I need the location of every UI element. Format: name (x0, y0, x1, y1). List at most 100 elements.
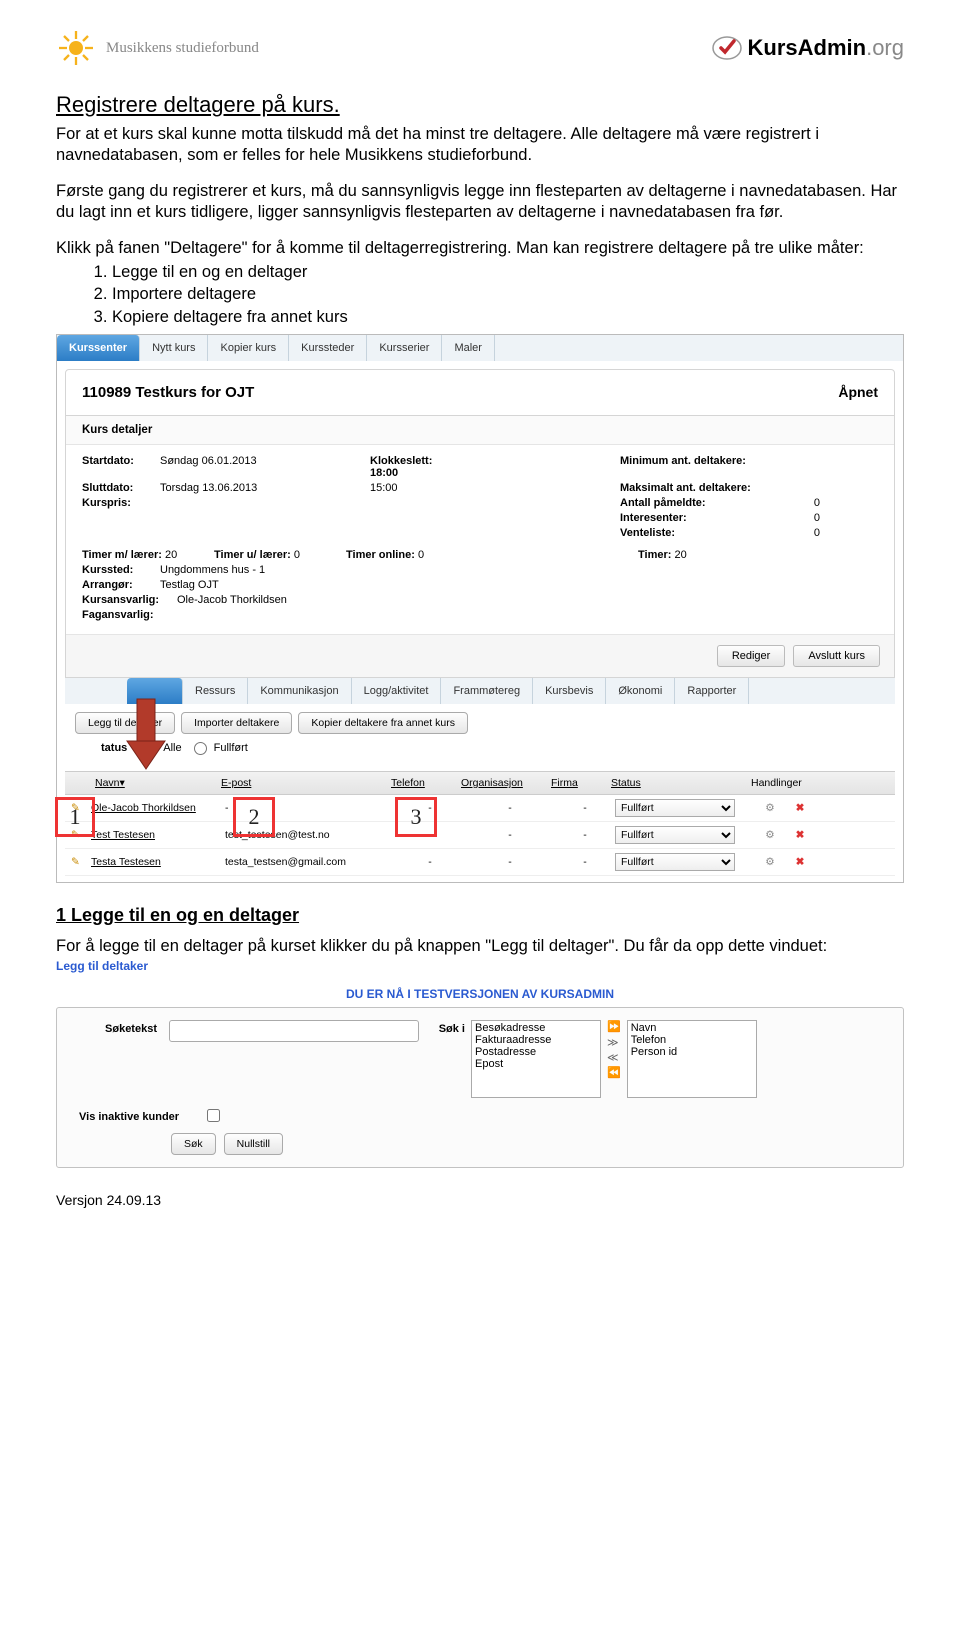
tab-kurssenter[interactable]: Kurssenter (57, 335, 140, 361)
sun-icon (56, 28, 96, 68)
label-soketekst: Søketekst (71, 1020, 163, 1035)
gear-icon[interactable]: ⚙ (755, 802, 785, 814)
participant-firma: - (555, 829, 615, 841)
th-firma[interactable]: Firma (551, 777, 611, 789)
course-title: 110989 Testkurs for OJT (82, 384, 254, 401)
avslutt-button[interactable]: Avslutt kurs (793, 645, 880, 667)
value-venteliste: 0 (790, 527, 820, 539)
th-organisasjon[interactable]: Organisasjon (461, 777, 551, 789)
kopier-deltakere-button[interactable]: Kopier deltakere fra annet kurs (298, 712, 468, 734)
delete-icon[interactable]: ✖ (785, 856, 815, 868)
move-all-left-icon[interactable]: ⏪ (607, 1066, 621, 1080)
gear-icon[interactable]: ⚙ (755, 829, 785, 841)
section-label: Kurs detaljer (66, 416, 894, 445)
th-navn[interactable]: Navn▾ (71, 777, 221, 789)
value-kurssted: Ungdommens hus - 1 (160, 564, 370, 576)
screenshot-add-participant: Legg til deltaker DU ER NÅ I TESTVERSJON… (56, 959, 904, 1168)
radio-fullfort[interactable] (194, 742, 207, 755)
tab-nytt-kurs[interactable]: Nytt kurs (140, 335, 208, 361)
delete-icon[interactable]: ✖ (785, 829, 815, 841)
tab-kursserier[interactable]: Kursserier (367, 335, 442, 361)
list-move-buttons: ⏩ ≫ ≪ ⏪ (607, 1020, 621, 1080)
move-right-icon[interactable]: ≫ (607, 1036, 621, 1050)
label-fagansvarlig: Fagansvarlig: (82, 609, 177, 621)
move-left-icon[interactable]: ≪ (607, 1051, 621, 1065)
value-kursansvarlig: Ole-Jacob Thorkildsen (177, 594, 387, 606)
delete-icon[interactable]: ✖ (785, 802, 815, 814)
table-row: ✎Ole-Jacob Thorkildsen----Fullført⚙✖ (65, 795, 895, 822)
value-arranger: Testlag OJT (160, 579, 370, 591)
sub-tabs: Ressurs Kommunikasjon Logg/aktivitet Fra… (65, 678, 895, 704)
search-fields-left-list[interactable]: BesøkadresseFakturaadressePostadresseEpo… (471, 1020, 601, 1098)
label-interesenter: Interesenter: (620, 512, 790, 524)
tab-frammotereg[interactable]: Frammøtereg (441, 678, 533, 704)
label-vis-inaktive: Vis inaktive kunder (71, 1108, 201, 1123)
paragraph-4: For å legge til en deltager på kurset kl… (56, 936, 904, 957)
brand-right-text: KursAdmin.org (748, 35, 904, 61)
edit-icon[interactable]: ✎ (71, 856, 91, 868)
tab-kopier-kurs[interactable]: Kopier kurs (208, 335, 289, 361)
status-filter-row: tatus Alle Fullført (57, 738, 903, 765)
sok-button[interactable]: Søk (171, 1133, 216, 1155)
paragraph-2: Første gang du registrerer et kurs, må d… (56, 181, 904, 224)
table-row: ✎Test Testesentest_testesen@test.no---Fu… (65, 822, 895, 849)
label-soki: Søk i (425, 1020, 465, 1035)
timer-row: Timer m/ lærer: 20 Timer u/ lærer: 0 Tim… (82, 549, 878, 561)
participant-org: - (465, 802, 555, 814)
nullstill-button[interactable]: Nullstill (224, 1133, 283, 1155)
status-select[interactable]: Fullført (615, 853, 735, 871)
dialog-title: Legg til deltaker (56, 959, 904, 973)
paragraph-1: For at et kurs skal kunne motta tilskudd… (56, 124, 904, 167)
participant-firma: - (555, 802, 615, 814)
method-list: Legge til en og en deltager Importere de… (112, 261, 904, 328)
label-pameldte: Antall påmeldte: (620, 497, 790, 509)
participant-name[interactable]: Test Testesen (91, 829, 225, 841)
search-fields-right-list[interactable]: NavnTelefonPerson id (627, 1020, 757, 1098)
participant-firma: - (555, 856, 615, 868)
tab-kurssteder[interactable]: Kurssteder (289, 335, 367, 361)
status-select[interactable]: Fullført (615, 826, 735, 844)
th-status[interactable]: Status (611, 777, 751, 789)
participant-name[interactable]: Testa Testesen (91, 856, 225, 868)
label-max-deltakere: Maksimalt ant. deltakere: (620, 482, 790, 494)
participant-org: - (465, 856, 555, 868)
th-handlinger: Handlinger (751, 777, 841, 789)
tab-kursbevis[interactable]: Kursbevis (533, 678, 606, 704)
list-item: Kopiere deltagere fra annet kurs (112, 306, 904, 328)
vis-inaktive-checkbox[interactable] (207, 1109, 220, 1122)
callout-2: 2 (233, 797, 275, 837)
th-telefon[interactable]: Telefon (391, 777, 461, 789)
value-klokkeslett2: 15:00 (370, 482, 460, 494)
details-grid: Startdato: Søndag 06.01.2013 Klokkeslett… (66, 445, 894, 634)
rediger-button[interactable]: Rediger (717, 645, 786, 667)
test-version-banner: DU ER NÅ I TESTVERSJONEN AV KURSADMIN (56, 987, 904, 1001)
callout-1: 1 (55, 797, 95, 837)
th-epost[interactable]: E-post (221, 777, 391, 789)
list-item: Legge til en og en deltager (112, 261, 904, 283)
document-header: Musikkens studieforbund KursAdmin.org (56, 28, 904, 68)
version-footer: Versjon 24.09.13 (56, 1192, 904, 1208)
label-venteliste: Venteliste: (620, 527, 790, 539)
section-heading-1: 1 Legge til en og en deltager (56, 905, 904, 926)
red-arrow-icon (123, 697, 169, 776)
list-item: Importere deltagere (112, 283, 904, 305)
status-select[interactable]: Fullført (615, 799, 735, 817)
importer-deltakere-button[interactable]: Importer deltakere (181, 712, 292, 734)
tab-logg[interactable]: Logg/aktivitet (352, 678, 442, 704)
move-all-right-icon[interactable]: ⏩ (607, 1020, 621, 1034)
tab-kommunikasjon[interactable]: Kommunikasjon (248, 678, 351, 704)
brand-left: Musikkens studieforbund (56, 28, 259, 68)
brand-right: KursAdmin.org (712, 33, 904, 63)
participant-name[interactable]: Ole-Jacob Thorkildsen (91, 802, 225, 814)
tab-okonomi[interactable]: Økonomi (606, 678, 675, 704)
tab-maler[interactable]: Maler (442, 335, 495, 361)
tab-rapporter[interactable]: Rapporter (675, 678, 749, 704)
brand-left-text: Musikkens studieforbund (106, 40, 259, 57)
tab-ressurs[interactable]: Ressurs (183, 678, 248, 704)
label-klokkeslett: Klokkeslett: 18:00 (370, 455, 460, 479)
soketekst-input[interactable] (169, 1020, 419, 1042)
gear-icon[interactable]: ⚙ (755, 856, 785, 868)
page-title: Registrere deltagere på kurs. (56, 92, 904, 118)
label-sluttdato: Sluttdato: (82, 482, 160, 494)
table-row: ✎Testa Testesentesta_testsen@gmail.com--… (65, 849, 895, 876)
